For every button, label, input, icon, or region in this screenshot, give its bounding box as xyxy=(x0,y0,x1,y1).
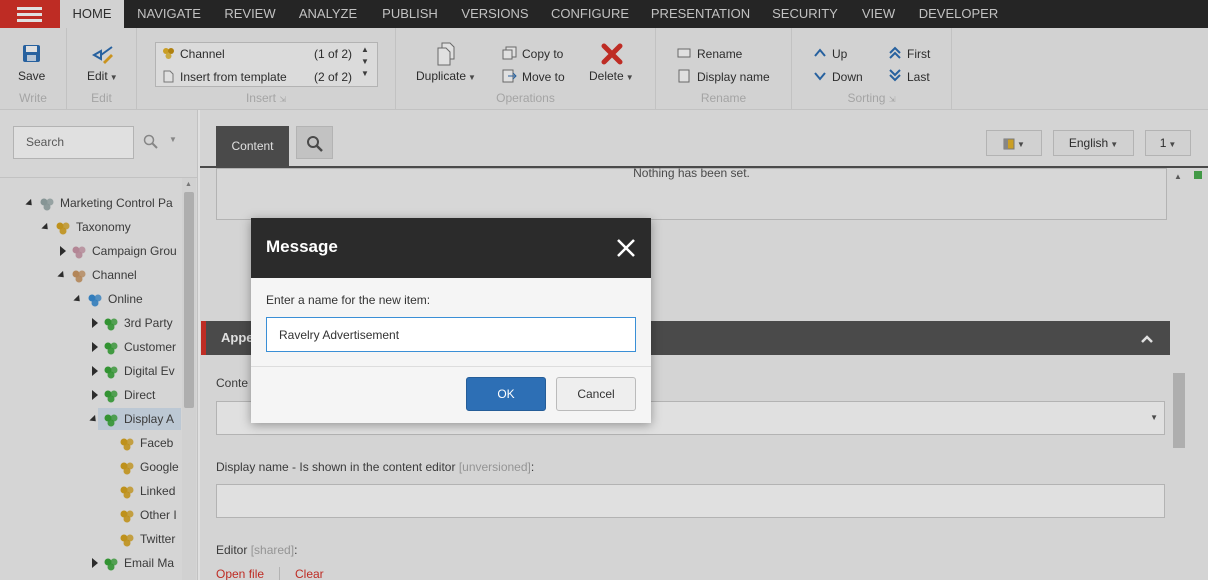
dialog-prompt: Enter a name for the new item: xyxy=(266,293,431,307)
ok-button[interactable]: OK xyxy=(466,377,546,411)
dialog-title: Message xyxy=(266,237,338,256)
divider xyxy=(251,366,651,367)
new-item-name-input[interactable] xyxy=(266,317,636,352)
cancel-button[interactable]: Cancel xyxy=(556,377,636,411)
message-dialog: Message Enter a name for the new item: O… xyxy=(251,218,651,423)
close-icon[interactable] xyxy=(614,236,638,260)
